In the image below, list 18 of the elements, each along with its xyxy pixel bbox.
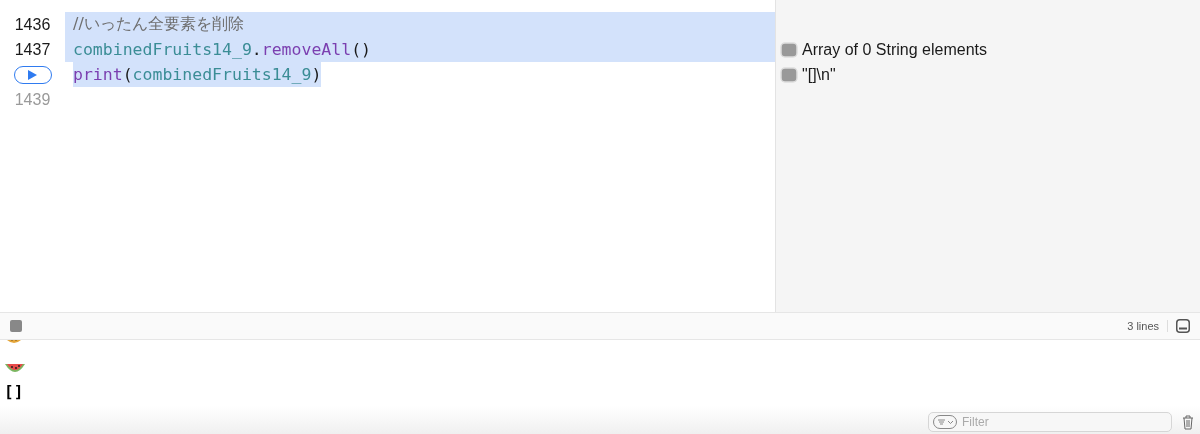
panel-toggle-icon[interactable] xyxy=(1176,319,1190,333)
stop-icon[interactable] xyxy=(10,320,22,332)
result-toggle-icon[interactable] xyxy=(780,41,798,58)
line-number: 1437 xyxy=(14,40,51,59)
result-text: "[]\n" xyxy=(802,65,836,84)
filter-icon[interactable] xyxy=(933,415,957,429)
console-output: [] xyxy=(4,381,25,403)
line-count: 3 lines xyxy=(1127,320,1168,332)
code-comment: //いったん全要素を削除 xyxy=(73,14,244,35)
result-toggle-icon[interactable] xyxy=(780,66,798,83)
play-icon xyxy=(28,69,37,80)
code-line: combinedFruits14_9.removeAll() xyxy=(73,39,372,61)
result-text: Array of 0 String elements xyxy=(802,40,987,59)
line-number: 1439 xyxy=(14,90,51,109)
run-button[interactable] xyxy=(13,65,52,84)
filter-field[interactable]: Filter xyxy=(928,412,1172,432)
line-number: 1436 xyxy=(14,15,51,34)
trash-icon[interactable] xyxy=(1182,414,1194,430)
